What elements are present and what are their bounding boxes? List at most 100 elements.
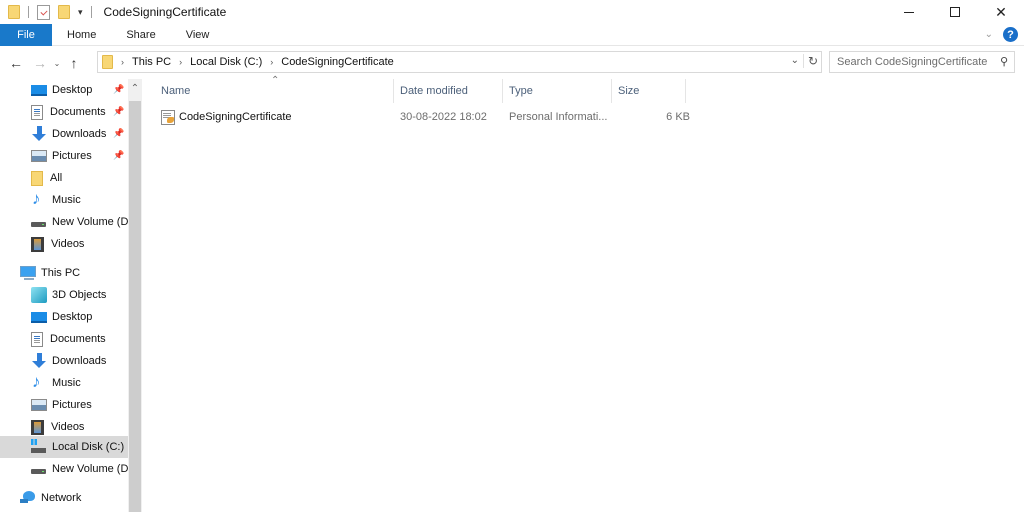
documents-icon xyxy=(31,104,43,120)
column-header-date-modified[interactable]: Date modified xyxy=(394,79,503,103)
sidebar-item-label: Desktop xyxy=(52,84,93,96)
sidebar-item-all[interactable]: All xyxy=(0,167,128,189)
sidebar-item-label: Downloads xyxy=(52,128,107,140)
file-row[interactable]: CodeSigningCertificate 30-08-2022 18:02 … xyxy=(155,106,690,128)
column-headers: Name Date modified Type Size xyxy=(144,79,704,103)
drive-icon xyxy=(31,461,47,477)
search-input[interactable] xyxy=(837,56,987,68)
network-icon xyxy=(20,490,36,506)
divider xyxy=(90,6,92,18)
drive-icon xyxy=(31,214,47,230)
sidebar-item-label: Downloads xyxy=(52,355,107,367)
sidebar-item-pictures[interactable]: Pictures xyxy=(0,394,128,416)
maximize-button[interactable] xyxy=(932,0,978,24)
recent-locations-button[interactable]: ⌄ xyxy=(51,59,63,68)
up-button[interactable]: ↑ xyxy=(65,55,83,71)
tab-share[interactable]: Share xyxy=(111,24,170,46)
breadcrumb-current-folder[interactable]: CodeSigningCertificate xyxy=(281,56,394,68)
pin-icon[interactable]: 📌 xyxy=(113,150,124,161)
sidebar-item-downloads[interactable]: Downloads 📌 xyxy=(0,123,128,145)
sidebar-item-new-volume[interactable]: New Volume (D:) xyxy=(0,211,128,233)
music-icon xyxy=(31,372,47,392)
minimize-button[interactable] xyxy=(886,0,932,24)
forward-button[interactable]: → xyxy=(31,55,49,71)
sidebar-item-new-volume[interactable]: New Volume (D:) xyxy=(0,458,128,480)
title-bar: ▾ CodeSigningCertificate ✕ xyxy=(0,0,1024,24)
customize-toolbar-icon[interactable]: ▾ xyxy=(78,7,83,18)
sidebar-item-music[interactable]: Music xyxy=(0,372,128,394)
help-icon[interactable]: ? xyxy=(1003,27,1018,42)
sidebar-item-3d-objects[interactable]: 3D Objects xyxy=(0,284,128,306)
desktop-icon xyxy=(31,312,47,323)
sidebar-scrollbar[interactable]: ⌃ xyxy=(128,79,142,512)
maximize-icon xyxy=(950,7,960,17)
divider xyxy=(28,6,29,18)
address-history-dropdown-icon[interactable]: ⌄ xyxy=(791,55,799,66)
window-title: CodeSigningCertificate xyxy=(103,5,227,19)
navigation-pane: Desktop 📌 Documents 📌 Downloads 📌 Pictur… xyxy=(0,79,128,512)
sidebar-item-local-disk[interactable]: Local Disk (C:) xyxy=(0,436,128,458)
sidebar-item-label: Desktop xyxy=(52,311,93,323)
sidebar-item-label: Pictures xyxy=(52,150,92,162)
local-disk-icon xyxy=(31,439,47,455)
sidebar-item-desktop[interactable]: Desktop xyxy=(0,306,128,328)
close-icon: ✕ xyxy=(995,3,1007,20)
column-header-size[interactable]: Size xyxy=(612,79,686,103)
scroll-up-icon[interactable]: ⌃ xyxy=(128,79,142,98)
sidebar-item-videos[interactable]: Videos xyxy=(0,416,128,438)
column-header-name[interactable]: Name xyxy=(155,79,394,103)
music-icon xyxy=(31,189,47,209)
sidebar-item-this-pc[interactable]: This PC xyxy=(0,262,128,284)
tab-view[interactable]: View xyxy=(171,24,225,46)
scrollbar-thumb[interactable] xyxy=(129,101,141,512)
sidebar-item-label: Videos xyxy=(51,238,85,250)
folder-icon xyxy=(31,170,43,186)
sidebar-item-label: Music xyxy=(52,377,81,389)
sidebar-item-videos[interactable]: Videos xyxy=(0,233,128,255)
breadcrumb-this-pc[interactable]: This PC xyxy=(132,56,171,68)
pictures-icon xyxy=(31,150,47,162)
downloads-icon xyxy=(31,353,47,369)
sidebar-item-documents[interactable]: Documents 📌 xyxy=(0,101,128,123)
address-bar[interactable]: › This PC › Local Disk (C:) › CodeSignin… xyxy=(97,51,822,73)
sidebar-item-label: Local Disk (C:) xyxy=(52,441,125,453)
file-type: Personal Informati... xyxy=(509,111,608,123)
column-header-type[interactable]: Type xyxy=(503,79,612,103)
chevron-right-icon[interactable]: › xyxy=(270,57,273,67)
sidebar-item-music[interactable]: Music xyxy=(0,189,128,211)
folder-icon xyxy=(8,5,20,19)
sidebar-item-desktop[interactable]: Desktop 📌 xyxy=(0,79,128,101)
close-button[interactable]: ✕ xyxy=(978,0,1024,24)
new-folder-icon[interactable] xyxy=(58,5,70,19)
file-list: ⌃ Name Date modified Type Size CodeSigni… xyxy=(144,75,1024,512)
sidebar-item-downloads[interactable]: Downloads xyxy=(0,350,128,372)
chevron-right-icon[interactable]: › xyxy=(179,57,182,67)
documents-icon xyxy=(31,331,43,347)
videos-icon xyxy=(31,236,44,252)
sidebar-item-label: Documents xyxy=(50,106,106,118)
sidebar-item-label: 3D Objects xyxy=(52,289,107,301)
back-button[interactable]: ← xyxy=(7,55,25,71)
sidebar-item-label: Music xyxy=(52,194,81,206)
refresh-icon[interactable]: ↻ xyxy=(802,54,818,68)
navigation-bar: ← → ⌄ ↑ › This PC › Local Disk (C:) › Co… xyxy=(0,48,1024,78)
sidebar-item-label: This PC xyxy=(41,267,81,279)
certificate-file-icon xyxy=(161,109,175,125)
search-box[interactable]: ⚲ xyxy=(829,51,1015,73)
pin-icon[interactable]: 📌 xyxy=(113,128,124,139)
sidebar-item-network[interactable]: Network xyxy=(0,487,128,509)
expand-ribbon-icon[interactable]: ⌄ xyxy=(985,29,993,40)
breadcrumb-local-disk[interactable]: Local Disk (C:) xyxy=(190,56,262,68)
chevron-right-icon[interactable]: › xyxy=(121,57,124,67)
tab-home[interactable]: Home xyxy=(52,24,111,46)
tab-file[interactable]: File xyxy=(0,23,52,46)
sidebar-item-documents[interactable]: Documents xyxy=(0,328,128,350)
sidebar-item-label: New Volume (D:) xyxy=(52,216,128,228)
pin-icon[interactable]: 📌 xyxy=(113,84,124,95)
pin-icon[interactable]: 📌 xyxy=(113,106,124,117)
minimize-icon xyxy=(904,11,914,13)
properties-icon[interactable] xyxy=(37,4,50,20)
sidebar-item-pictures[interactable]: Pictures 📌 xyxy=(0,145,128,167)
this-pc-icon xyxy=(20,266,36,280)
search-icon[interactable]: ⚲ xyxy=(1000,55,1008,68)
